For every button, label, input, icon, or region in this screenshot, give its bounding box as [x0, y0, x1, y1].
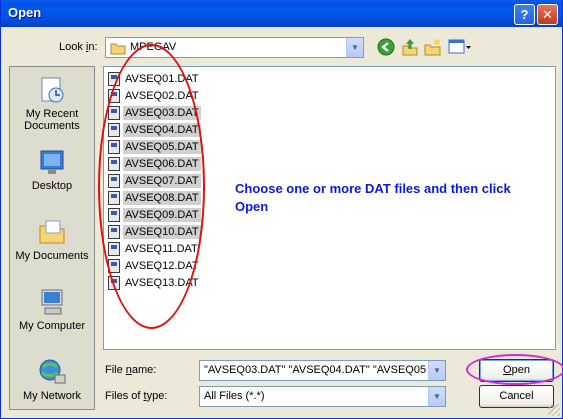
up-folder-icon[interactable] [401, 38, 419, 56]
chevron-down-icon: ▼ [351, 43, 359, 52]
chevron-down-icon: ▼ [433, 392, 441, 401]
back-icon[interactable] [377, 38, 395, 56]
look-in-dropdown-arrow[interactable]: ▼ [346, 38, 363, 57]
places-my-documents[interactable]: My Documents [10, 217, 94, 262]
close-button[interactable]: ✕ [537, 4, 558, 25]
desktop-icon [37, 147, 67, 177]
my-computer-icon [37, 287, 67, 317]
file-name-input[interactable]: "AVSEQ03.DAT" "AVSEQ04.DAT" "AVSEQ05 ▼ [199, 360, 446, 381]
files-of-type-select[interactable]: All Files (*.*) ▼ [199, 386, 446, 407]
help-button[interactable]: ? [514, 4, 535, 25]
places-my-network[interactable]: My Network [10, 357, 94, 402]
chevron-down-icon: ▼ [433, 366, 441, 375]
places-recent-documents[interactable]: My Recent Documents [10, 75, 94, 132]
help-icon: ? [520, 7, 529, 22]
cancel-button[interactable]: Cancel [479, 385, 554, 408]
close-icon: ✕ [542, 7, 553, 22]
open-button-highlight-ellipse [466, 354, 563, 385]
instruction-annotation: Choose one or more DAT files and then cl… [235, 181, 511, 214]
file-name-label: File name: [105, 364, 157, 376]
new-folder-icon[interactable] [424, 38, 442, 56]
folder-icon [110, 43, 126, 55]
places-my-computer[interactable]: My Computer [10, 287, 94, 332]
files-of-type-label: Files of type: [105, 390, 168, 402]
places-my-documents-label: My Documents [15, 250, 89, 262]
open-dialog: Open ? ✕ Look in: MPEGAV ▼ My Recent Doc… [0, 0, 563, 419]
resize-grip[interactable] [548, 404, 560, 416]
file-name-dropdown-arrow[interactable]: ▼ [428, 361, 445, 380]
title-bar[interactable]: Open ? ✕ [1, 0, 562, 27]
look-in-label: Look in: [59, 41, 98, 53]
views-menu-icon[interactable] [448, 38, 472, 56]
files-of-type-dropdown-arrow[interactable]: ▼ [428, 387, 445, 406]
file-selection-highlight-ellipse [98, 44, 205, 329]
my-documents-icon [37, 217, 67, 247]
places-my-network-label: My Network [22, 390, 82, 402]
file-name-value: "AVSEQ03.DAT" "AVSEQ04.DAT" "AVSEQ05 [204, 364, 427, 376]
recent-documents-icon [37, 75, 67, 105]
places-bar: My Recent Documents Desktop My Documents… [9, 66, 95, 410]
dialog-title: Open [8, 5, 42, 20]
places-desktop-label: Desktop [31, 180, 73, 192]
places-desktop[interactable]: Desktop [10, 147, 94, 192]
my-network-icon [37, 357, 67, 387]
files-of-type-value: All Files (*.*) [204, 390, 265, 402]
places-my-computer-label: My Computer [18, 320, 86, 332]
places-recent-documents-label: My Recent Documents [24, 108, 80, 132]
